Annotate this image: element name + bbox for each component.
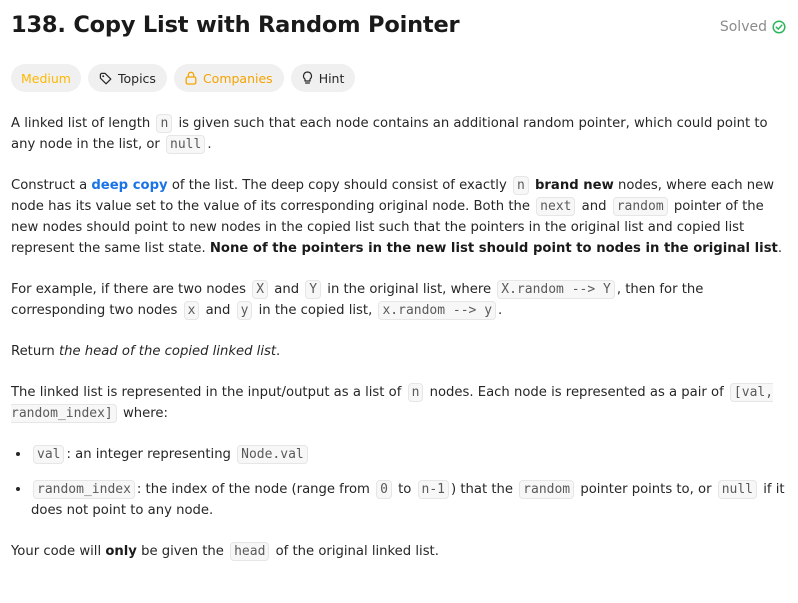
text: Return bbox=[11, 344, 59, 359]
text: and bbox=[270, 282, 304, 297]
inline-code: next bbox=[536, 197, 576, 216]
description-paragraph: Your code will only be given the head of… bbox=[11, 541, 787, 562]
list-item: val: an integer representing Node.val bbox=[31, 444, 787, 465]
text: be given the bbox=[136, 544, 229, 559]
hint-label: Hint bbox=[318, 70, 345, 86]
text: For example, if there are two nodes bbox=[11, 282, 251, 297]
inline-code: 0 bbox=[376, 480, 392, 499]
inline-code: random bbox=[519, 480, 575, 499]
list-item: random_index: the index of the node (ran… bbox=[31, 479, 787, 521]
inline-code: x bbox=[183, 301, 200, 320]
bold-text: brand new bbox=[534, 178, 614, 193]
description-paragraph: For example, if there are two nodes X an… bbox=[11, 279, 787, 321]
inline-code: null bbox=[166, 135, 206, 154]
problem-description: A linked list of length n is given such … bbox=[11, 113, 787, 582]
inline-code: n bbox=[512, 176, 529, 195]
inline-code: Node.val bbox=[237, 445, 308, 464]
text: . bbox=[777, 241, 783, 256]
text: Your code will bbox=[11, 544, 106, 559]
text: . bbox=[276, 344, 281, 359]
text: in the original list, where bbox=[323, 282, 496, 297]
problem-title[interactable]: 138. Copy List with Random Pointer bbox=[11, 12, 460, 38]
inline-code: n bbox=[407, 383, 424, 402]
text: ) that the bbox=[451, 482, 518, 497]
inline-code: head bbox=[230, 542, 270, 561]
lightbulb-icon bbox=[302, 71, 313, 85]
problem-page: 138. Copy List with Random Pointer Solve… bbox=[0, 0, 798, 603]
inline-code: x.random --> y bbox=[378, 301, 497, 320]
text: : the index of the node (range from bbox=[136, 482, 375, 497]
topics-label: Topics bbox=[117, 70, 156, 86]
inline-code: val bbox=[33, 445, 65, 464]
description-paragraph: Construct a deep copy of the list. The d… bbox=[11, 175, 787, 259]
text: The linked list is represented in the in… bbox=[11, 385, 406, 400]
solved-label: Solved bbox=[719, 19, 767, 35]
text: . bbox=[498, 303, 503, 318]
text: A linked list of length bbox=[11, 116, 155, 131]
italic-text: the head of the copied linked list bbox=[58, 344, 277, 359]
description-paragraph: Return the head of the copied linked lis… bbox=[11, 341, 787, 362]
text: to bbox=[393, 482, 416, 497]
check-circle-icon bbox=[772, 20, 786, 34]
inline-code: X.random --> Y bbox=[497, 280, 615, 299]
text: and bbox=[577, 199, 611, 214]
inline-code: random_index bbox=[33, 480, 135, 499]
text: where: bbox=[118, 406, 168, 421]
text: of the original linked list. bbox=[271, 544, 439, 559]
text: and bbox=[201, 303, 235, 318]
text: pointer points to, or bbox=[576, 482, 716, 497]
inline-code: null bbox=[717, 480, 758, 499]
text: Construct a bbox=[11, 178, 92, 193]
definition-list: val: an integer representing Node.val ra… bbox=[11, 444, 787, 521]
bold-text: None of the pointers in the new list sho… bbox=[209, 241, 778, 256]
text: of the list. The deep copy should consis… bbox=[167, 178, 511, 193]
companies-button[interactable]: Companies bbox=[173, 64, 284, 92]
inline-code: random bbox=[612, 197, 668, 216]
description-paragraph: A linked list of length n is given such … bbox=[11, 113, 787, 155]
text: . bbox=[207, 137, 212, 152]
companies-label: Companies bbox=[202, 70, 273, 86]
bold-text: only bbox=[105, 544, 137, 559]
text: in the copied list, bbox=[254, 303, 377, 318]
tag-row: Medium Topics Companies Hint bbox=[11, 64, 356, 92]
difficulty-label: Medium bbox=[21, 70, 71, 86]
description-paragraph: The linked list is represented in the in… bbox=[11, 382, 787, 424]
topics-button[interactable]: Topics bbox=[87, 64, 167, 92]
text: nodes. Each node is represented as a pai… bbox=[425, 385, 728, 400]
text: : an integer representing bbox=[66, 447, 236, 462]
inline-code: X bbox=[252, 280, 269, 299]
difficulty-badge[interactable]: Medium bbox=[11, 64, 81, 92]
lock-icon bbox=[185, 71, 197, 85]
inline-code: Y bbox=[305, 280, 322, 299]
inline-code: n bbox=[156, 114, 173, 133]
tag-icon bbox=[99, 72, 112, 85]
inline-code: n-1 bbox=[417, 480, 450, 499]
hint-button[interactable]: Hint bbox=[290, 64, 356, 92]
deep-copy-link[interactable]: deep copy bbox=[91, 178, 167, 193]
inline-code: y bbox=[236, 301, 253, 320]
title-row: 138. Copy List with Random Pointer Solve… bbox=[11, 12, 786, 42]
solved-status: Solved bbox=[720, 19, 786, 35]
